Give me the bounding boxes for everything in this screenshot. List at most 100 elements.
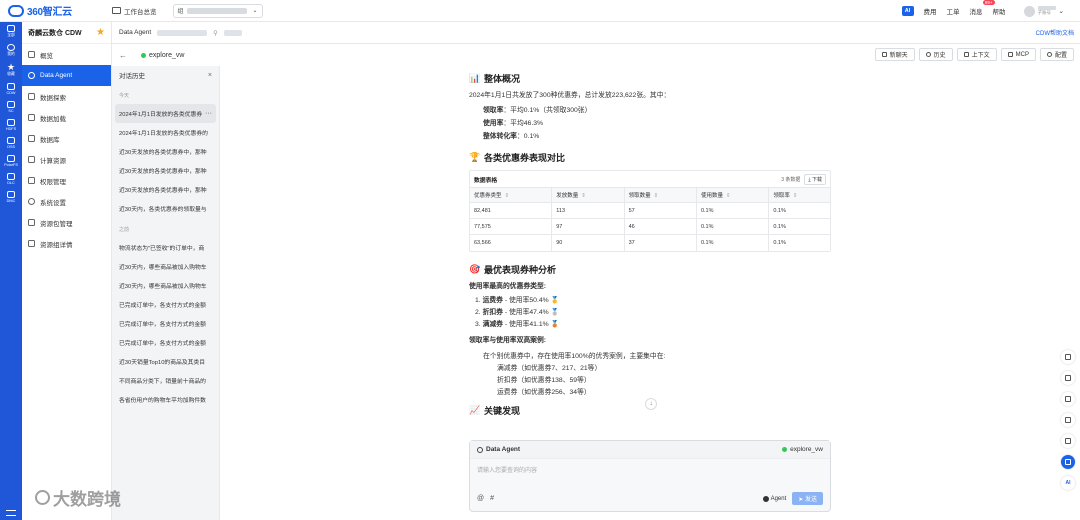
history-item[interactable]: 已完成订单中，各支付方式的金额 (115, 314, 216, 333)
nav-item-compute[interactable]: 计算资源 (22, 149, 111, 170)
nav-item-permissions[interactable]: 权限管理 (22, 170, 111, 191)
history-item[interactable]: 近30天内，哪些商品被加入购物车 (115, 276, 216, 295)
nav-item-database[interactable]: 数据库 (22, 128, 111, 149)
section-title-comparison: 🏆 各类优惠券表现对比 (469, 152, 566, 163)
history-item[interactable]: 不同商品分类下，销量前十商品的 (115, 371, 216, 390)
rail-item-mine[interactable]: 我的 (7, 44, 15, 57)
sort-icon: ⇕ (792, 193, 798, 199)
close-icon[interactable]: × (208, 72, 212, 79)
history-item[interactable]: 已完成订单中，各支付方式的金额 (115, 333, 216, 352)
nav-item-resource-groups[interactable]: 资源组详情 (22, 233, 111, 254)
column-header[interactable]: 优惠券类型 ⇕ (470, 187, 553, 203)
chat-history-panel: 对话历史 × 今天 2024年1月1日发放的各类优惠券 ··· 2024年1月1日… (112, 66, 220, 520)
document-icon (1065, 354, 1071, 360)
overview-line: 领取率：平均0.1%（共领取300张） (483, 107, 592, 114)
nav-item-settings[interactable]: 系统设置 (22, 191, 111, 212)
explore-icon (28, 93, 35, 100)
scroll-down-button[interactable]: ↓ (645, 398, 657, 410)
case-item: 满减券（如优惠券7、217、21等） (497, 364, 602, 372)
rail-item-hdfs[interactable]: HDFS (6, 119, 16, 131)
back-arrow-icon[interactable]: ← (119, 51, 129, 60)
row-count: 3 条数据 (781, 176, 801, 183)
disk-icon (7, 155, 15, 162)
history-item[interactable]: 2024年1月1日发放的各类优惠券 ··· (115, 104, 216, 123)
new-chat-button[interactable]: 新聊天 (874, 48, 915, 61)
column-header[interactable]: 领取数量 ⇕ (624, 187, 697, 203)
rail-item-polarfs[interactable]: PolarFS (4, 155, 18, 167)
column-header[interactable]: 发放数量 ⇕ (551, 187, 625, 203)
agent-response: 📊 整体概况 2024年1月1日共发放了300种优惠券，总计发放223,622张… (469, 66, 831, 417)
cdw-help-doc-link[interactable]: CDW帮助文档 (1036, 28, 1074, 37)
datasource-indicator[interactable]: explore_vw (141, 52, 184, 59)
agent-icon (477, 446, 483, 453)
history-item[interactable]: 已完成订单中，各支付方式的金额 (115, 295, 216, 314)
menu-collapse-icon[interactable] (6, 510, 16, 516)
float-note-button[interactable] (1061, 413, 1075, 427)
history-item[interactable]: 物流状态为"已签收"的订单中，商 (115, 238, 216, 257)
nav-title: 奇麟云数仓 CDW ★ (22, 22, 111, 44)
context-button[interactable]: 上下文 (956, 48, 997, 61)
nav-item-resource-packs[interactable]: 资源包管理 (22, 212, 111, 233)
workbench-overview-link[interactable]: 工作台总览 (112, 6, 157, 16)
column-header[interactable]: 领取率 ⇕ (768, 187, 830, 203)
subheading: 使用率最高的优惠券类型: (469, 282, 547, 290)
workspace-select[interactable]: 组 ⌄ (172, 3, 263, 18)
nav-item-data-load[interactable]: 数据加载 (22, 107, 111, 128)
rail-item-favorites[interactable]: ★ 收藏 (7, 63, 15, 77)
history-button[interactable]: 历史 (918, 48, 953, 61)
package-icon (28, 219, 35, 226)
rail-item-dlc[interactable]: DLC (7, 173, 15, 185)
chat-input[interactable]: 请输入您要查询的内容 (470, 459, 830, 480)
agent-toggle[interactable]: Agent (762, 495, 786, 502)
layers-icon (7, 173, 15, 180)
column-header[interactable]: 使用数量 ⇕ (696, 187, 770, 203)
download-button[interactable]: ⤓ 下载 (804, 173, 826, 185)
history-item[interactable]: 近30天发放的各类优惠券中，那种 (115, 161, 216, 180)
history-item[interactable]: 2024年1月1日发放的各类优惠券的 (115, 123, 216, 142)
mail-icon (1065, 375, 1071, 381)
rail-item-dmc[interactable]: DMC (7, 191, 15, 203)
config-button[interactable]: 配置 (1039, 48, 1074, 61)
float-news-button[interactable] (1061, 434, 1075, 448)
news-icon (1065, 438, 1071, 444)
float-ai-button[interactable]: AI (1061, 476, 1075, 490)
history-item[interactable]: 近30天发放的各类优惠券中，那种 (115, 142, 216, 161)
history-item[interactable]: 近30天发放的各类优惠券中，那种 (115, 180, 216, 199)
help-link[interactable]: 帮助 (993, 6, 1006, 16)
history-item[interactable]: 近30天销量Top10的商品及其类目 (115, 352, 216, 371)
hashtag-icon[interactable]: # (490, 495, 494, 502)
nav-item-data-explore[interactable]: 数据探索 (22, 86, 111, 107)
chevron-down-icon: ⌄ (1058, 8, 1064, 15)
billing-link[interactable]: 费用 (924, 6, 937, 16)
history-item[interactable]: 近30天内，哪些商品被加入购物车 (115, 257, 216, 276)
rail-item-sc[interactable]: SC (7, 101, 15, 113)
chat-composer: Data Agent explore_vw 请输入您要查询的内容 @ # Age… (469, 440, 831, 512)
history-item[interactable]: 近30天内，各类优惠券的领取量与 (115, 199, 216, 218)
nav-item-overview[interactable]: 概览 (22, 44, 111, 65)
history-item[interactable]: 各省份用户的购物车平均加购件数 (115, 390, 216, 409)
breadcrumb-data-agent[interactable]: Data Agent (119, 29, 151, 36)
send-button[interactable]: ➤ 发送 (792, 492, 823, 505)
float-grid-button[interactable] (1061, 392, 1075, 406)
ai-assistant-button[interactable]: AI (901, 6, 914, 16)
brand-logo[interactable]: 360智汇云 (8, 3, 96, 18)
download-icon: ⤓ (808, 176, 811, 183)
nav-item-data-agent[interactable]: Data Agent (22, 65, 111, 86)
rail-item-oss[interactable]: OSS (7, 137, 15, 149)
more-icon[interactable]: ··· (203, 110, 212, 117)
float-doc-button[interactable] (1061, 350, 1075, 364)
messages-link[interactable]: 消息 99+ (970, 0, 995, 16)
at-mention-icon[interactable]: @ (477, 495, 484, 502)
ticket-link[interactable]: 工单 (947, 6, 960, 16)
rail-item-cdw[interactable]: CDW (6, 83, 16, 95)
sort-icon: ⇕ (581, 193, 586, 199)
rail-item-all[interactable]: 全部 (7, 25, 15, 38)
favorite-star-icon[interactable]: ★ (96, 27, 105, 38)
box-icon (7, 137, 15, 144)
float-mail-button[interactable] (1061, 371, 1075, 385)
mcp-button[interactable]: MCP (1000, 48, 1036, 61)
user-menu[interactable]: 子账号 ⌄ (1023, 5, 1064, 17)
star-icon: ★ (7, 62, 16, 72)
composer-datasource[interactable]: explore_vw (782, 446, 823, 453)
float-edit-button[interactable] (1061, 455, 1075, 469)
